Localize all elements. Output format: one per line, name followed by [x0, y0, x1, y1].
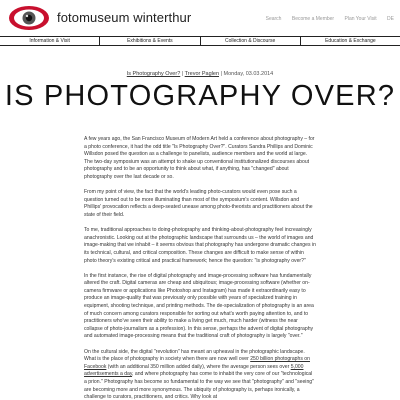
nav-collection-discourse[interactable]: Collection & Discourse	[201, 37, 301, 45]
article-body: A few years ago, the San Francisco Museu…	[84, 136, 316, 400]
category-link[interactable]: Is Photography Over?	[127, 71, 181, 77]
site-brand[interactable]: fotomuseum winterthur	[57, 10, 191, 25]
language-link[interactable]: DE	[387, 16, 394, 22]
become-member-link[interactable]: Become a Member	[292, 16, 334, 22]
paragraph: From my point of view, the fact that the…	[84, 189, 313, 218]
paragraph: In the first instance, the rise of digit…	[84, 272, 314, 340]
article-date: Monday, 03.03.2014	[223, 71, 274, 77]
main-nav: Information & Visit Exhibitions & Events…	[0, 36, 400, 46]
top-links: Search Become a Member Plan Your Visit D…	[257, 16, 394, 22]
search-link[interactable]: Search	[266, 16, 282, 22]
paragraph-text: (with an additional 350 million added da…	[106, 363, 291, 370]
author-link[interactable]: Trevor Paglen	[185, 71, 219, 77]
paragraph: A few years ago, the San Francisco Museu…	[84, 136, 315, 180]
nav-education-exchange[interactable]: Education & Exchange	[301, 37, 400, 45]
nav-information-visit[interactable]: Information & Visit	[0, 37, 101, 45]
paragraph: On the cultural side, the digital "revol…	[84, 349, 316, 400]
site-header: fotomuseum winterthur Search Become a Me…	[0, 0, 400, 36]
article-title: IS PHOTOGRAPHY OVER?	[4, 80, 396, 112]
article-meta: Is Photography Over? | Trevor Paglen | M…	[0, 71, 400, 77]
plan-visit-link[interactable]: Plan Your Visit	[345, 16, 377, 22]
eye-logo-icon[interactable]	[8, 5, 50, 31]
paragraph: To me, traditional approaches to doing-p…	[84, 227, 316, 264]
nav-exhibitions-events[interactable]: Exhibitions & Events	[100, 37, 201, 45]
